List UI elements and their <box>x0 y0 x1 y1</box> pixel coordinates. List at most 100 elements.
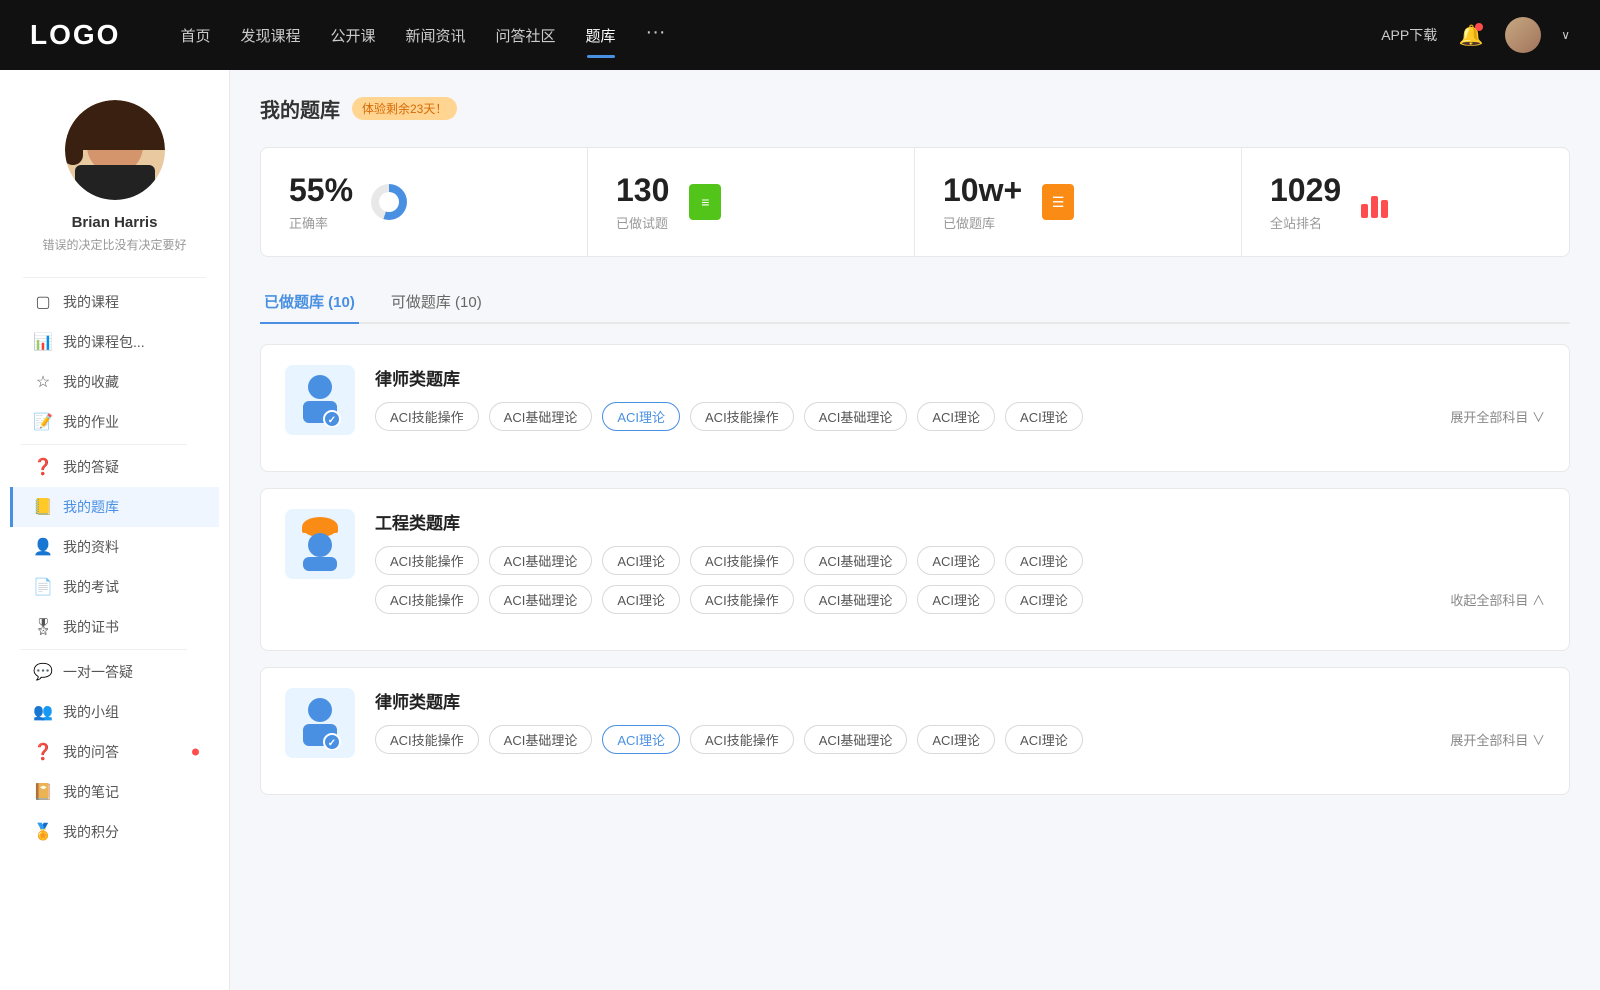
sidebar-divider-1 <box>20 444 187 445</box>
qbank-2-tag2-0[interactable]: ACI技能操作 <box>375 585 479 614</box>
notes-icon: 📔 <box>33 782 53 802</box>
sidebar-label-profile: 我的资料 <box>63 537 119 557</box>
nav-right: APP下载 🔔 ∨ <box>1381 17 1570 53</box>
sidebar-item-course-pkg[interactable]: 📊 我的课程包... <box>10 322 219 362</box>
qbank-2-toggle[interactable]: 收起全部科目 ∧ <box>1450 590 1545 609</box>
nav-more-button[interactable]: ··· <box>646 21 666 50</box>
sidebar-item-myqa[interactable]: ❓ 我的问答 <box>10 732 219 772</box>
nav-qbank[interactable]: 题库 <box>586 21 616 50</box>
qbank-2-tag1-4[interactable]: ACI基础理论 <box>804 546 908 575</box>
qbank-2-tag2-3[interactable]: ACI技能操作 <box>690 585 794 614</box>
qbank-2-tag1-6[interactable]: ACI理论 <box>1005 546 1083 575</box>
avatar[interactable] <box>1505 17 1541 53</box>
nav-qa[interactable]: 问答社区 <box>496 21 556 50</box>
sidebar-item-notes[interactable]: 📔 我的笔记 <box>10 772 219 812</box>
logo[interactable]: LOGO <box>30 19 120 51</box>
bar2 <box>1371 196 1378 218</box>
qbank-2-tag1-2[interactable]: ACI理论 <box>602 546 680 575</box>
stat-db-icon <box>1038 182 1078 222</box>
sidebar-item-course[interactable]: ▢ 我的课程 <box>10 282 219 322</box>
sidebar-item-homework[interactable]: 📝 我的作业 <box>10 402 219 442</box>
nav-links: 首页 发现课程 公开课 新闻资讯 问答社区 题库 ··· <box>180 21 1381 50</box>
qbank-2-tag2-5[interactable]: ACI理论 <box>917 585 995 614</box>
qbank-2-tag2-1[interactable]: ACI基础理论 <box>489 585 593 614</box>
qbank-1-tag-4[interactable]: ACI基础理论 <box>804 402 908 431</box>
nav-news[interactable]: 新闻资讯 <box>406 21 466 50</box>
qbank-1-tag-5[interactable]: ACI理论 <box>917 402 995 431</box>
svg-text:✓: ✓ <box>328 738 336 749</box>
qbank-3-tag-3[interactable]: ACI技能操作 <box>690 725 794 754</box>
sidebar-label-qbank: 我的题库 <box>63 497 119 517</box>
qbank-2-tag1-1[interactable]: ACI基础理论 <box>489 546 593 575</box>
sidebar-item-favorites[interactable]: ☆ 我的收藏 <box>10 362 219 402</box>
qbank-1-title: 律师类题库 <box>375 365 1545 390</box>
stat-db-text: 10w+ 已做题库 <box>943 172 1022 232</box>
qbank-2-tag2-2[interactable]: ACI理论 <box>602 585 680 614</box>
points-icon: 🏅 <box>33 822 53 842</box>
nav-discover[interactable]: 发现课程 <box>240 21 300 50</box>
qbank-3-tag-5[interactable]: ACI理论 <box>917 725 995 754</box>
qbank-card-3-header: ✓ 律师类题库 ACI技能操作 ACI基础理论 ACI理论 ACI技能操作 AC… <box>285 688 1545 758</box>
sidebar-label-qa: 我的答疑 <box>63 457 119 477</box>
sidebar-label-myqa: 我的问答 <box>63 742 119 762</box>
qbank-3-tag-2[interactable]: ACI理论 <box>602 725 680 754</box>
sidebar-item-1on1[interactable]: 💬 一对一答疑 <box>10 652 219 692</box>
qbank-1-tag-2[interactable]: ACI理论 <box>602 402 680 431</box>
user-bio: 错误的决定比没有决定要好 <box>42 236 186 253</box>
stat-rank-icon <box>1357 182 1397 222</box>
qbank-2-tag1-5[interactable]: ACI理论 <box>917 546 995 575</box>
qbank-card-engineer: 工程类题库 ACI技能操作 ACI基础理论 ACI理论 ACI技能操作 ACI基… <box>260 488 1570 651</box>
qbank-3-tag-1[interactable]: ACI基础理论 <box>489 725 593 754</box>
list-orange-icon <box>1042 184 1074 220</box>
doc-green-icon <box>689 184 721 220</box>
qbank-1-tag-3[interactable]: ACI技能操作 <box>690 402 794 431</box>
nav-open-course[interactable]: 公开课 <box>330 21 375 50</box>
app-download-link[interactable]: APP下载 <box>1381 25 1437 45</box>
sidebar-item-qa[interactable]: ❓ 我的答疑 <box>10 447 219 487</box>
qbank-1-toggle[interactable]: 展开全部科目 ∨ <box>1450 407 1545 426</box>
qa-notification-dot <box>192 749 199 756</box>
bar3 <box>1381 200 1388 218</box>
stat-accuracy-text: 55% 正确率 <box>289 172 353 232</box>
qbank-1-tag-0[interactable]: ACI技能操作 <box>375 402 479 431</box>
tab-available-banks[interactable]: 可做题库 (10) <box>387 281 486 324</box>
notification-bell[interactable]: 🔔 <box>1457 21 1485 49</box>
qbank-3-title: 律师类题库 <box>375 688 1545 713</box>
stat-accuracy-label: 正确率 <box>289 213 353 232</box>
sidebar-label-favorites: 我的收藏 <box>63 372 119 392</box>
stat-rank-label: 全站排名 <box>1270 213 1341 232</box>
qbank-3-tag-4[interactable]: ACI基础理论 <box>804 725 908 754</box>
stat-accuracy-icon <box>369 182 409 222</box>
qbank-3-tag-0[interactable]: ACI技能操作 <box>375 725 479 754</box>
sidebar-item-points[interactable]: 🏅 我的积分 <box>10 812 219 852</box>
qbank-3-tag-6[interactable]: ACI理论 <box>1005 725 1083 754</box>
qbank-2-tag1-0[interactable]: ACI技能操作 <box>375 546 479 575</box>
sidebar-item-exam[interactable]: 📄 我的考试 <box>10 567 219 607</box>
qbank-1-tag-1[interactable]: ACI基础理论 <box>489 402 593 431</box>
sidebar-item-group[interactable]: 👥 我的小组 <box>10 692 219 732</box>
sidebar-item-profile[interactable]: 👤 我的资料 <box>10 527 219 567</box>
qbank-1-tag-6[interactable]: ACI理论 <box>1005 402 1083 431</box>
cert-icon: 🎖 <box>33 617 53 637</box>
tab-done-banks[interactable]: 已做题库 (10) <box>260 281 359 324</box>
stat-done-questions: 130 已做试题 <box>588 148 915 256</box>
stat-dq-label: 已做试题 <box>616 213 669 232</box>
sidebar-avatar <box>65 100 165 200</box>
sidebar-item-cert[interactable]: 🎖 我的证书 <box>10 607 219 647</box>
qbank-1-content: 律师类题库 ACI技能操作 ACI基础理论 ACI理论 ACI技能操作 ACI基… <box>375 365 1545 431</box>
sidebar-label-homework: 我的作业 <box>63 412 119 432</box>
nav-home[interactable]: 首页 <box>180 21 210 50</box>
avatar-chevron-icon[interactable]: ∨ <box>1561 28 1570 42</box>
qbank-2-tag2-4[interactable]: ACI基础理论 <box>804 585 908 614</box>
qbank-2-tag2-6[interactable]: ACI理论 <box>1005 585 1083 614</box>
qbank-3-toggle[interactable]: 展开全部科目 ∨ <box>1450 730 1545 749</box>
sidebar: Brian Harris 错误的决定比没有决定要好 ▢ 我的课程 📊 我的课程包… <box>0 70 230 990</box>
bar1 <box>1361 204 1368 218</box>
qbank-3-tags-toggle: ACI技能操作 ACI基础理论 ACI理论 ACI技能操作 ACI基础理论 AC… <box>375 725 1545 754</box>
qbank-2-tag1-3[interactable]: ACI技能操作 <box>690 546 794 575</box>
stat-accuracy-value: 55% <box>289 172 353 209</box>
sidebar-label-notes: 我的笔记 <box>63 782 119 802</box>
sidebar-item-qbank[interactable]: 📒 我的题库 <box>10 487 219 527</box>
pie-inner <box>379 192 399 212</box>
sidebar-menu: ▢ 我的课程 📊 我的课程包... ☆ 我的收藏 📝 我的作业 ❓ 我的答疑 📒 <box>0 282 229 852</box>
